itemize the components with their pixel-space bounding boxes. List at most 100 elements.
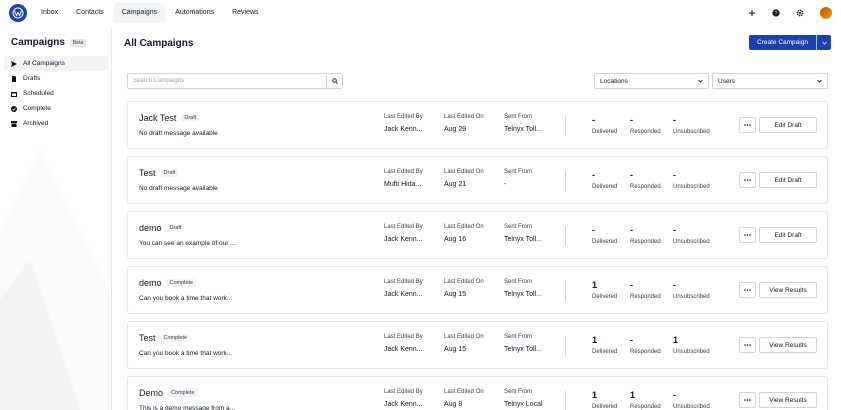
last-edited-by-value: Jack Kenn... (384, 291, 423, 298)
locations-select[interactable]: Locations (594, 73, 709, 89)
unsubscribed-stat: 1 Unsubscribed (673, 335, 710, 355)
more-options-button[interactable] (739, 227, 756, 243)
sent-from-label: Sent From (504, 334, 533, 340)
unsubscribed-label: Unsubscribed (673, 349, 710, 355)
responded-label: Responded (630, 294, 661, 300)
sidebar-item-scheduled[interactable]: Scheduled (4, 86, 108, 101)
campaign-message: Can you book a time that work... (139, 350, 233, 357)
svg-text:?: ? (775, 11, 778, 17)
last-edited-by-label: Last Edited By (384, 169, 423, 175)
last-edited-by: Last Edited By Jack Kenn... (384, 279, 423, 298)
responded-count: - (630, 225, 633, 235)
campaign-name: demo (139, 278, 162, 288)
sidebar-item-label: Drafts (23, 75, 41, 82)
responded-count: - (630, 170, 633, 180)
sidebar-item-drafts[interactable]: Drafts (4, 71, 108, 86)
more-options-button[interactable] (739, 337, 756, 353)
last-edited-by: Last Edited By Mufti Hida... (384, 169, 423, 188)
responded-stat: - Responded (630, 280, 661, 300)
plus-icon[interactable] (744, 5, 760, 21)
campaign-message: You can see an example of our ... (139, 240, 236, 247)
view-results-button[interactable]: View Results (759, 337, 817, 353)
delivered-count: 1 (592, 335, 598, 345)
responded-label: Responded (630, 184, 661, 190)
help-icon[interactable]: ? (768, 5, 784, 21)
unsubscribed-count: - (673, 115, 676, 125)
campaign-name: Jack Test (139, 113, 177, 123)
more-options-button[interactable] (739, 117, 756, 133)
sent-from-label: Sent From (504, 279, 533, 285)
campaign-card: Test Complete Can you book a time that w… (127, 321, 828, 369)
more-options-button[interactable] (739, 282, 756, 298)
logo-icon[interactable] (9, 4, 27, 22)
nav-campaigns[interactable]: Campaigns (113, 3, 166, 23)
responded-count: 1 (630, 390, 636, 400)
search-icon[interactable] (326, 74, 342, 88)
chevron-down-icon (698, 79, 703, 83)
last-edited-on-value: Aug 29 (444, 126, 467, 133)
nav-contacts[interactable]: Contacts (68, 3, 112, 23)
avatar[interactable] (820, 7, 832, 19)
unsubscribed-stat: - Unsubscribed (673, 280, 710, 300)
campaign-name: demo (139, 223, 162, 233)
delivered-stat: - Delivered (592, 170, 617, 190)
edit-draft-button[interactable]: Edit Draft (759, 172, 817, 188)
sent-from-label: Sent From (504, 389, 533, 395)
sidebar-item-all-campaigns[interactable]: All Campaigns (4, 56, 108, 71)
send-icon (11, 60, 17, 67)
search-input[interactable] (128, 74, 326, 88)
campaign-message: No draft message available (139, 185, 218, 192)
ellipsis-icon (744, 399, 751, 401)
sent-from-label: Sent From (504, 224, 533, 230)
chevron-down-icon[interactable] (817, 41, 831, 45)
last-edited-by-value: Jack Kenn... (384, 236, 423, 243)
campaign-card: Demo Complete This is a demo message fro… (127, 376, 828, 410)
responded-stat: 1 Responded (630, 390, 661, 410)
view-results-button[interactable]: View Results (759, 282, 817, 298)
unsubscribed-label: Unsubscribed (673, 129, 710, 135)
sidebar-item-archived[interactable]: Archived (4, 116, 108, 131)
last-edited-by-label: Last Edited By (384, 334, 423, 340)
more-options-button[interactable] (739, 172, 756, 188)
status-badge: Draft (181, 114, 200, 122)
delivered-count: 1 (592, 280, 598, 290)
beta-badge: Beta (69, 38, 87, 47)
unsubscribed-count: - (673, 170, 676, 180)
delivered-stat: - Delivered (592, 225, 617, 245)
sent-from-value: Telnyx Local (504, 401, 543, 408)
view-results-button[interactable]: View Results (759, 392, 817, 408)
edit-draft-button[interactable]: Edit Draft (759, 227, 817, 243)
edit-draft-button[interactable]: Edit Draft (759, 117, 817, 133)
unsubscribed-count: 1 (673, 335, 679, 345)
last-edited-on-value: Aug 15 (444, 346, 467, 353)
users-select[interactable]: Users (712, 73, 828, 89)
delivered-count: - (592, 115, 595, 125)
sent-from-value: Telnyx Toll... (504, 346, 542, 353)
campaign-card: Test Draft No draft message available La… (127, 156, 828, 204)
ellipsis-icon (744, 124, 751, 126)
nav-reviews[interactable]: Reviews (224, 3, 266, 23)
unsubscribed-stat: - Unsubscribed (673, 390, 710, 410)
responded-stat: - Responded (630, 115, 661, 135)
sidebar-item-label: Complete (23, 105, 51, 112)
sent-from-value: Telnyx Toll... (504, 236, 542, 243)
responded-count: - (630, 115, 633, 125)
check-circle-icon (11, 105, 17, 112)
draft-icon (12, 75, 16, 82)
archive-icon (11, 120, 17, 127)
nav-automations[interactable]: Automations (167, 3, 222, 23)
delivered-count: 1 (592, 390, 598, 400)
responded-count: - (630, 335, 633, 345)
nav-inbox[interactable]: Inbox (33, 3, 66, 23)
more-options-button[interactable] (739, 392, 756, 408)
chevron-down-icon (817, 79, 822, 83)
gear-icon[interactable] (792, 5, 808, 21)
delivered-stat: 1 Delivered (592, 280, 617, 300)
last-edited-on-label: Last Edited On (444, 389, 484, 395)
sidebar-item-complete[interactable]: Complete (4, 101, 108, 116)
campaign-card: Jack Test Draft No draft message availab… (127, 101, 828, 149)
create-campaign-button[interactable]: Create Campaign (749, 35, 831, 50)
delivered-label: Delivered (592, 239, 618, 245)
responded-label: Responded (630, 404, 661, 410)
sent-from: Sent From Telnyx Local (504, 389, 543, 408)
